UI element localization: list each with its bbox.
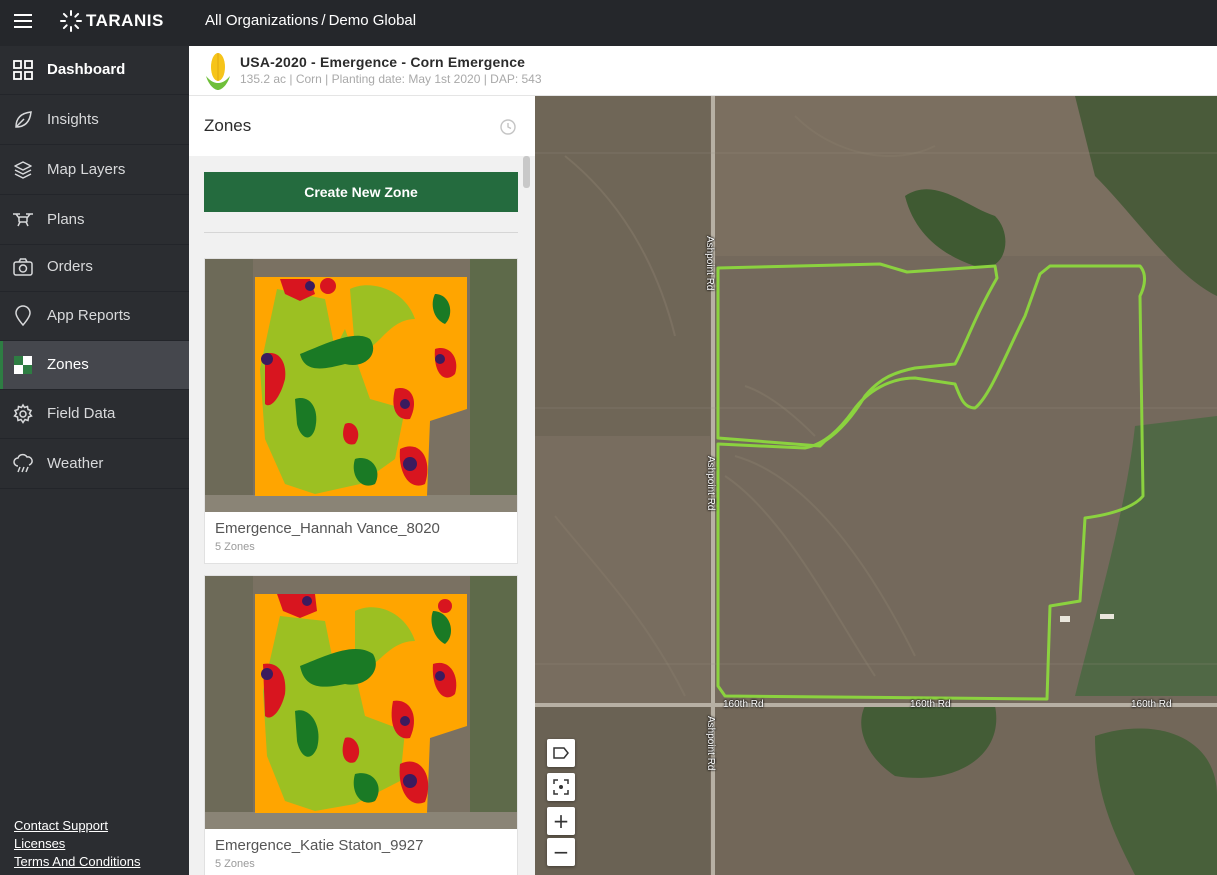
divider: [204, 232, 518, 233]
leaf-icon: [15, 111, 32, 128]
sidebar-item-field-data[interactable]: Field Data: [0, 390, 189, 439]
sidebar-item-label: Map Layers: [47, 161, 126, 178]
zone-card-count: 5 Zones: [215, 541, 255, 553]
sidebar-item-label: Zones: [47, 356, 89, 373]
drone-icon: [13, 213, 33, 227]
terms-link[interactable]: Terms And Conditions: [14, 853, 140, 871]
field-title: USA-2020 - Emergence - Corn Emergence: [240, 54, 526, 70]
road-label-160th: 160th Rd: [723, 699, 764, 710]
history-clock-icon[interactable]: [499, 118, 517, 136]
sidebar-item-plans[interactable]: Plans: [0, 196, 189, 245]
zone-card[interactable]: Emergence_Katie Staton_9927 5 Zones: [204, 575, 518, 875]
licenses-link[interactable]: Licenses: [14, 835, 140, 853]
breadcrumb-org[interactable]: All Organizations: [205, 12, 318, 29]
map-imagery: [535, 96, 1217, 875]
scroll-thumb[interactable]: [523, 156, 530, 188]
breadcrumb-account[interactable]: Demo Global: [329, 12, 417, 29]
sidebar-item-label: App Reports: [47, 307, 131, 324]
zoom-out-button[interactable]: −: [547, 838, 575, 866]
sidebar-item-label: Dashboard: [47, 61, 126, 78]
sidebar-item-orders[interactable]: Orders: [0, 243, 189, 292]
satellite-map[interactable]: Ashpoint Rd Ashpoint Rd Ashpoint Rd 160t…: [535, 96, 1217, 875]
zones-icon: [14, 356, 32, 374]
road-label-ashpoint: Ashpoint Rd: [705, 716, 716, 771]
contact-support-link[interactable]: Contact Support: [14, 817, 140, 835]
layers-icon: [14, 161, 32, 179]
breadcrumb: All Organizations / Demo Global: [205, 12, 416, 29]
zones-panel: Zones Create New Zone Emergence_Hannah V…: [189, 96, 535, 875]
top-bar: TARANIS All Organizations / Demo Global: [0, 0, 1217, 46]
field-header: USA-2020 - Emergence - Corn Emergence 13…: [189, 46, 1217, 96]
sidebar-item-label: Orders: [47, 258, 93, 275]
zone-card-name: Emergence_Hannah Vance_8020: [215, 520, 440, 537]
sidebar-item-label: Plans: [47, 211, 85, 228]
taranis-logo[interactable]: TARANIS: [60, 9, 164, 33]
grid-icon: [13, 60, 33, 80]
zoom-in-button[interactable]: +: [547, 807, 575, 835]
sidebar-item-label: Weather: [47, 455, 104, 472]
footer-links: Contact Support Licenses Terms And Condi…: [14, 817, 140, 871]
sidebar-item-zones[interactable]: Zones: [0, 341, 189, 390]
logo-burst-icon: [60, 10, 82, 32]
zone-map-thumbnail: [205, 259, 517, 512]
recenter-icon[interactable]: [547, 773, 575, 801]
sidebar-item-app-reports[interactable]: App Reports: [0, 292, 189, 341]
zone-card-count: 5 Zones: [215, 858, 255, 870]
zones-header: Zones: [189, 96, 535, 156]
road-label-160th: 160th Rd: [1131, 699, 1172, 710]
zones-scrollbar[interactable]: [523, 156, 530, 875]
road-label-160th: 160th Rd: [910, 699, 951, 710]
sidebar-item-map-layers[interactable]: Map Layers: [0, 146, 189, 195]
logo-text: TARANIS: [86, 11, 164, 30]
tag-icon[interactable]: [547, 739, 575, 767]
zone-card-name: Emergence_Katie Staton_9927: [215, 837, 424, 854]
sidebar: Dashboard Insights Map Layers Plans Orde…: [0, 46, 189, 875]
create-new-zone-button[interactable]: Create New Zone: [204, 172, 518, 212]
sidebar-item-weather[interactable]: Weather: [0, 440, 189, 489]
camera-icon: [13, 258, 33, 276]
breadcrumb-separator: /: [321, 12, 326, 29]
sidebar-item-insights[interactable]: Insights: [0, 96, 189, 145]
cloud-rain-icon: [13, 453, 33, 473]
corn-icon: [206, 53, 230, 90]
sidebar-item-label: Insights: [47, 111, 99, 128]
map-pin-icon: [15, 305, 31, 327]
hamburger-menu-icon[interactable]: [14, 14, 32, 28]
sidebar-item-dashboard[interactable]: Dashboard: [0, 46, 189, 95]
field-subtitle: 135.2 ac | Corn | Planting date: May 1st…: [240, 72, 542, 86]
zone-card[interactable]: Emergence_Hannah Vance_8020 5 Zones: [204, 258, 518, 564]
zones-title: Zones: [204, 116, 252, 135]
gear-icon: [13, 403, 33, 424]
zone-map-thumbnail: [205, 576, 517, 829]
road-label-ashpoint: Ashpoint Rd: [705, 456, 716, 511]
sidebar-item-label: Field Data: [47, 405, 116, 422]
road-label-ashpoint: Ashpoint Rd: [704, 236, 715, 291]
